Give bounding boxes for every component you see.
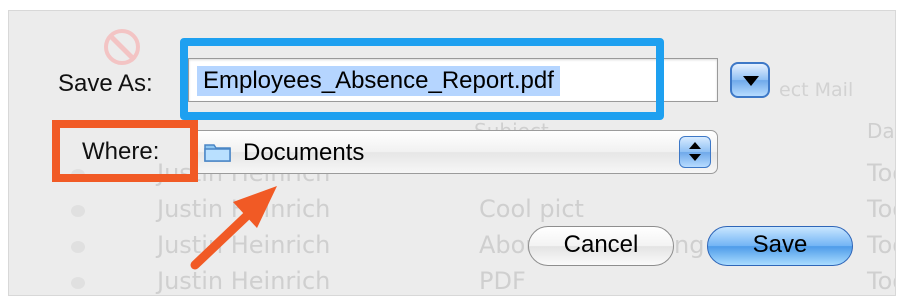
folder-icon <box>204 144 231 162</box>
mail-date: Too <box>867 231 895 259</box>
save-button[interactable]: Save <box>707 226 853 266</box>
read-status-icon <box>71 241 85 253</box>
mail-date: Too <box>867 267 895 295</box>
mail-date: Too <box>867 159 895 187</box>
arrow-annotation <box>190 186 277 270</box>
stepper-icon[interactable] <box>679 136 711 168</box>
cancel-button[interactable]: Cancel <box>528 226 674 266</box>
expand-button[interactable] <box>730 62 770 98</box>
read-status-icon <box>71 205 85 217</box>
filename-highlight <box>180 38 664 120</box>
where-value: Documents <box>243 139 365 166</box>
expand-icon <box>743 76 759 86</box>
mail-date: Too <box>867 195 895 223</box>
blocked-icon <box>104 29 140 65</box>
background-date-header: Dat <box>867 119 895 143</box>
where-highlight <box>52 120 198 182</box>
mail-subject: PDF <box>479 267 526 295</box>
save-as-label: Save As: <box>58 70 153 97</box>
mail-subject: Cool pict <box>479 195 584 223</box>
read-status-icon <box>71 277 85 289</box>
background-mail-row: Justin Heinrich PDF Too <box>49 263 895 295</box>
background-mail-row: Justin Heinrich Cool pict Too <box>49 191 895 231</box>
where-popup[interactable]: Documents <box>190 130 718 174</box>
background-header-mail: ect Mail <box>779 79 854 101</box>
